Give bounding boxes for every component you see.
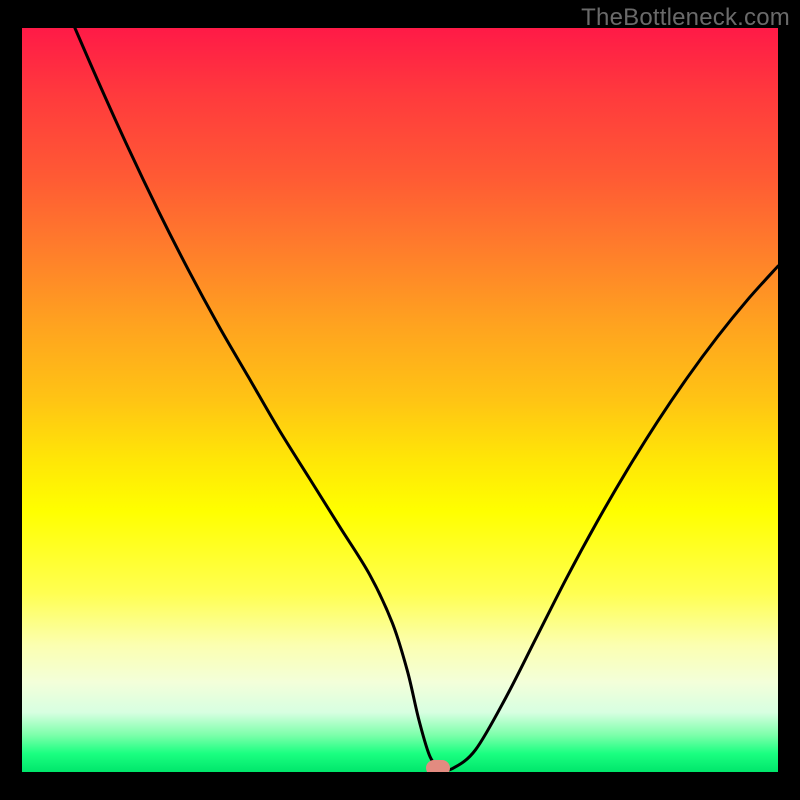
bottleneck-curve	[22, 28, 778, 772]
watermark-text: TheBottleneck.com	[581, 4, 790, 32]
chart-frame: TheBottleneck.com	[0, 0, 800, 800]
optimal-marker	[426, 760, 450, 772]
plot-area	[22, 28, 778, 772]
